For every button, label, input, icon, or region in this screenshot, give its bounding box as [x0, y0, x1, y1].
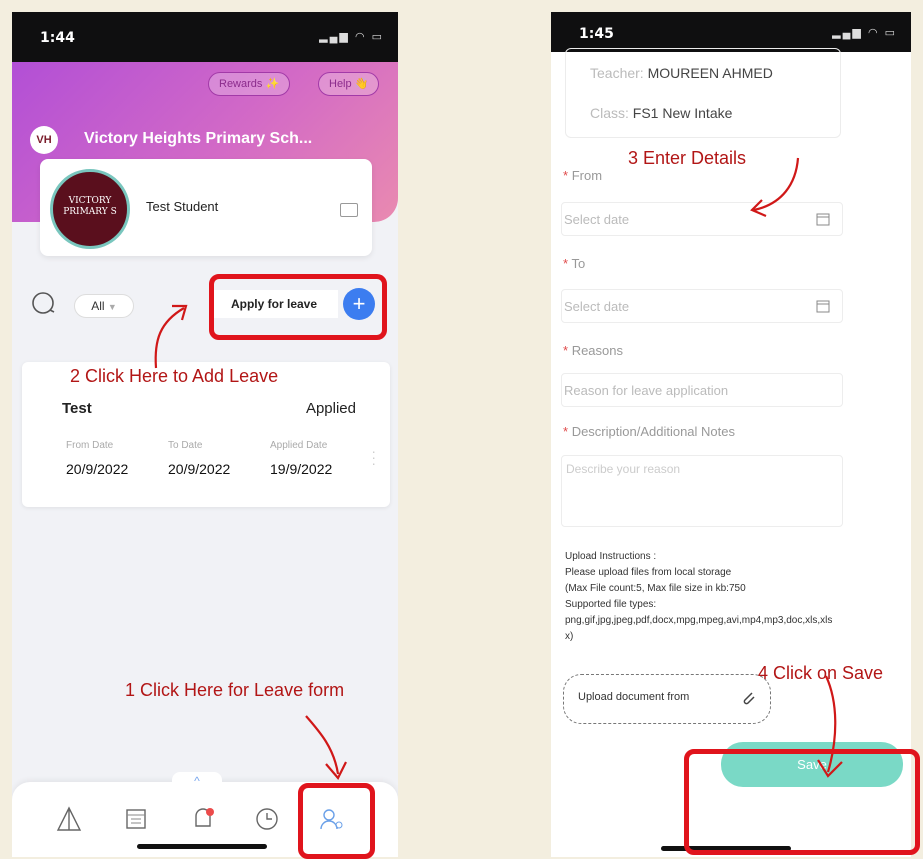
leave-title: Test — [62, 400, 92, 417]
calendar-icon[interactable] — [122, 804, 152, 834]
from-label: * From — [563, 168, 603, 183]
tent-icon[interactable] — [54, 804, 84, 834]
help-label: Help — [329, 78, 352, 90]
id-card-icon[interactable] — [340, 203, 358, 217]
filter-value: All — [91, 299, 105, 313]
description-textarea[interactable]: Describe your reason — [561, 455, 843, 527]
student-info-card: Teacher: MOUREEN AHMED Class: FS1 New In… — [565, 48, 841, 138]
highlight-leave-tab-box — [298, 783, 375, 859]
highlight-apply-box — [209, 274, 387, 340]
arrow-down-icon — [305, 715, 347, 780]
filter-dropdown[interactable]: All ▼ — [74, 294, 134, 318]
from-date-value: 20/9/2022 — [66, 461, 129, 477]
avatar-text: VICTORY PRIMARY S — [63, 196, 117, 217]
calendar-icon[interactable] — [816, 299, 830, 313]
instructions-line5: x) — [565, 631, 574, 642]
refresh-icon[interactable] — [30, 290, 56, 316]
arrow-up-icon — [154, 304, 188, 369]
step-3-annotation: 3 Enter Details — [628, 148, 747, 168]
rewards-label: Rewards — [219, 78, 263, 90]
to-label-text: To — [571, 256, 586, 271]
instructions-line1: Please upload files from local storage — [565, 567, 732, 578]
clock-icon[interactable] — [252, 804, 282, 834]
signal-wifi-battery-icons-right: ▂▄▆ ◠ ▭ — [832, 27, 897, 39]
status-bar-right: 1:45 ▂▄▆ ◠ ▭ — [551, 12, 911, 52]
arrow-down-left-icon — [750, 157, 800, 218]
applied-date-value: 19/9/2022 — [270, 461, 333, 477]
step-1-annotation: 1 Click Here for Leave form — [125, 680, 345, 700]
status-time: 1:44 — [40, 30, 75, 46]
school-name: Victory Heights Primary Sch... — [84, 130, 313, 147]
applied-date-label: Applied Date — [270, 440, 328, 451]
signal-wifi-battery-icons: ▂▄▆ ◠ ▭ — [319, 31, 384, 43]
description-label-text: Description/Additional Notes — [571, 424, 735, 439]
home-indicator — [137, 844, 267, 849]
class-line: Class: FS1 New Intake — [590, 105, 732, 121]
from-label-text: From — [571, 168, 603, 183]
upload-instructions: Upload Instructions : Please upload file… — [565, 549, 905, 645]
rewards-button[interactable]: Rewards ✨ — [208, 72, 291, 96]
description-label: * Description/Additional Notes — [563, 424, 735, 439]
chevron-up-icon[interactable]: ^ — [172, 772, 222, 790]
from-date-label: From Date — [66, 440, 114, 451]
to-date-value: 20/9/2022 — [168, 461, 231, 477]
right-phone-screen: 1:45 ▂▄▆ ◠ ▭ Teacher: MOUREEN AHMED Clas… — [551, 12, 911, 857]
reason-input[interactable]: Reason for leave application — [561, 373, 843, 407]
school-logo: VH — [30, 126, 58, 154]
status-time-right: 1:45 — [579, 26, 614, 42]
upload-label: Upload document from — [578, 691, 690, 703]
instructions-title: Upload Instructions : — [565, 551, 657, 562]
chevron-down-icon: ▼ — [107, 302, 117, 312]
to-date-label: To Date — [168, 440, 203, 451]
instructions-line3: Supported file types: — [565, 599, 657, 610]
calendar-icon[interactable] — [816, 212, 830, 226]
reasons-label: * Reasons — [563, 343, 623, 358]
upload-document-button[interactable]: Upload document from — [563, 674, 771, 724]
to-label: * To — [563, 256, 586, 271]
leave-status: Applied — [305, 400, 356, 417]
paperclip-icon — [743, 692, 755, 705]
reasons-label-text: Reasons — [571, 343, 623, 358]
status-bar: 1:44 ▂▄▆ ◠ ▭ — [12, 12, 398, 62]
to-date-placeholder: Select date — [564, 299, 630, 314]
class-value: FS1 New Intake — [632, 105, 733, 121]
student-name: Test Student — [146, 199, 219, 214]
help-button[interactable]: Help 👋 — [318, 72, 380, 96]
highlight-save-box — [684, 749, 920, 855]
to-date-field[interactable]: Select date — [561, 289, 843, 323]
notification-bell-icon[interactable] — [188, 804, 218, 834]
more-options-icon[interactable]: · · · — [371, 444, 376, 470]
class-key: Class: — [590, 105, 629, 121]
instructions-line2: (Max File count:5, Max file size in kb:7… — [565, 583, 746, 594]
student-card[interactable]: VICTORY PRIMARY S Test Student — [40, 159, 372, 256]
instructions-line4: png,gif,jpg,jpeg,pdf,docx,mpg,mpeg,avi,m… — [565, 615, 833, 626]
student-avatar: VICTORY PRIMARY S — [50, 169, 130, 249]
teacher-value: MOUREEN AHMED — [647, 65, 773, 81]
from-date-placeholder: Select date — [564, 212, 630, 227]
teacher-line: Teacher: MOUREEN AHMED — [590, 65, 773, 81]
step-2-annotation: 2 Click Here to Add Leave — [70, 366, 279, 386]
teacher-key: Teacher: — [590, 65, 644, 81]
